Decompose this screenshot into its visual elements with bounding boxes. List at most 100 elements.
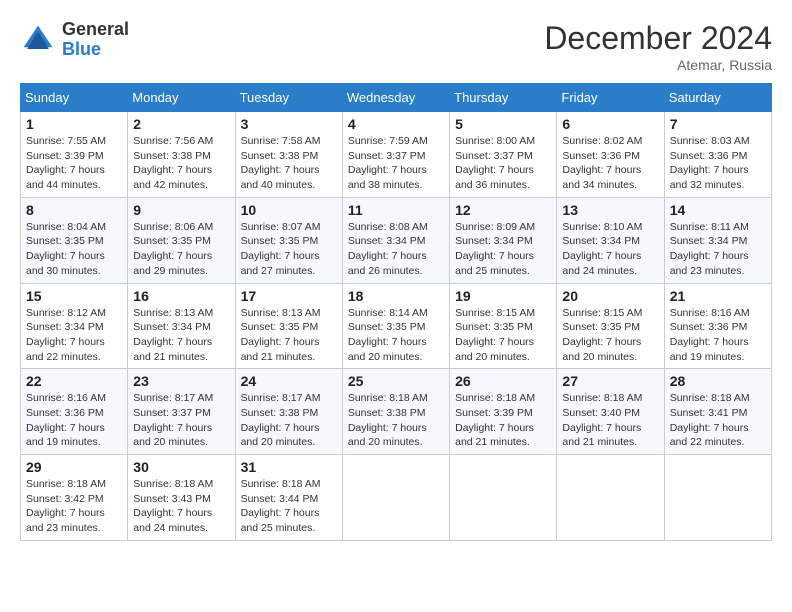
day-number: 20 <box>562 288 658 304</box>
calendar-day-23: 23 Sunrise: 8:17 AM Sunset: 3:37 PM Dayl… <box>128 369 235 455</box>
sunset-label: Sunset: 3:40 PM <box>562 407 640 419</box>
day-number: 25 <box>348 373 444 389</box>
sunrise-label: Sunrise: 8:13 AM <box>133 307 213 319</box>
sunrise-label: Sunrise: 8:03 AM <box>670 135 750 147</box>
day-number: 4 <box>348 116 444 132</box>
sunrise-label: Sunrise: 8:17 AM <box>133 392 213 404</box>
daylight-label: Daylight: 7 hours and 30 minutes. <box>26 250 105 277</box>
daylight-label: Daylight: 7 hours and 19 minutes. <box>26 422 105 449</box>
daylight-label: Daylight: 7 hours and 26 minutes. <box>348 250 427 277</box>
daylight-label: Daylight: 7 hours and 44 minutes. <box>26 164 105 191</box>
daylight-label: Daylight: 7 hours and 20 minutes. <box>348 422 427 449</box>
calendar-day-20: 20 Sunrise: 8:15 AM Sunset: 3:35 PM Dayl… <box>557 283 664 369</box>
day-number: 7 <box>670 116 766 132</box>
calendar-day-17: 17 Sunrise: 8:13 AM Sunset: 3:35 PM Dayl… <box>235 283 342 369</box>
day-number: 12 <box>455 202 551 218</box>
day-info: Sunrise: 7:59 AM Sunset: 3:37 PM Dayligh… <box>348 134 444 193</box>
day-info: Sunrise: 8:18 AM Sunset: 3:40 PM Dayligh… <box>562 391 658 450</box>
sunset-label: Sunset: 3:39 PM <box>26 150 104 162</box>
sunrise-label: Sunrise: 7:58 AM <box>241 135 321 147</box>
calendar-header-thursday: Thursday <box>450 84 557 112</box>
day-info: Sunrise: 8:07 AM Sunset: 3:35 PM Dayligh… <box>241 220 337 279</box>
sunset-label: Sunset: 3:34 PM <box>348 235 426 247</box>
day-number: 30 <box>133 459 229 475</box>
sunrise-label: Sunrise: 8:15 AM <box>455 307 535 319</box>
daylight-label: Daylight: 7 hours and 21 minutes. <box>562 422 641 449</box>
sunset-label: Sunset: 3:43 PM <box>133 493 211 505</box>
day-info: Sunrise: 8:09 AM Sunset: 3:34 PM Dayligh… <box>455 220 551 279</box>
sunrise-label: Sunrise: 8:00 AM <box>455 135 535 147</box>
empty-cell <box>450 455 557 541</box>
calendar-header-wednesday: Wednesday <box>342 84 449 112</box>
day-number: 11 <box>348 202 444 218</box>
calendar-day-16: 16 Sunrise: 8:13 AM Sunset: 3:34 PM Dayl… <box>128 283 235 369</box>
daylight-label: Daylight: 7 hours and 25 minutes. <box>241 507 320 534</box>
daylight-label: Daylight: 7 hours and 23 minutes. <box>26 507 105 534</box>
sunrise-label: Sunrise: 8:18 AM <box>455 392 535 404</box>
day-info: Sunrise: 8:18 AM Sunset: 3:38 PM Dayligh… <box>348 391 444 450</box>
calendar-header-tuesday: Tuesday <box>235 84 342 112</box>
calendar-day-3: 3 Sunrise: 7:58 AM Sunset: 3:38 PM Dayli… <box>235 112 342 198</box>
calendar-header-monday: Monday <box>128 84 235 112</box>
logo-text: General Blue <box>62 20 129 60</box>
day-info: Sunrise: 8:13 AM Sunset: 3:34 PM Dayligh… <box>133 306 229 365</box>
sunrise-label: Sunrise: 8:18 AM <box>241 478 321 490</box>
day-info: Sunrise: 8:18 AM Sunset: 3:43 PM Dayligh… <box>133 477 229 536</box>
day-number: 26 <box>455 373 551 389</box>
day-number: 19 <box>455 288 551 304</box>
sunrise-label: Sunrise: 8:18 AM <box>348 392 428 404</box>
day-info: Sunrise: 7:56 AM Sunset: 3:38 PM Dayligh… <box>133 134 229 193</box>
logo-general: General <box>62 20 129 40</box>
calendar-day-7: 7 Sunrise: 8:03 AM Sunset: 3:36 PM Dayli… <box>664 112 771 198</box>
day-info: Sunrise: 8:16 AM Sunset: 3:36 PM Dayligh… <box>26 391 122 450</box>
daylight-label: Daylight: 7 hours and 20 minutes. <box>241 422 320 449</box>
daylight-label: Daylight: 7 hours and 24 minutes. <box>562 250 641 277</box>
calendar-day-10: 10 Sunrise: 8:07 AM Sunset: 3:35 PM Dayl… <box>235 197 342 283</box>
daylight-label: Daylight: 7 hours and 20 minutes. <box>562 336 641 363</box>
title-block: December 2024 Atemar, Russia <box>544 20 772 73</box>
daylight-label: Daylight: 7 hours and 42 minutes. <box>133 164 212 191</box>
day-number: 31 <box>241 459 337 475</box>
sunset-label: Sunset: 3:44 PM <box>241 493 319 505</box>
daylight-label: Daylight: 7 hours and 19 minutes. <box>670 336 749 363</box>
day-info: Sunrise: 8:14 AM Sunset: 3:35 PM Dayligh… <box>348 306 444 365</box>
sunrise-label: Sunrise: 7:59 AM <box>348 135 428 147</box>
sunrise-label: Sunrise: 8:04 AM <box>26 221 106 233</box>
day-number: 29 <box>26 459 122 475</box>
sunrise-label: Sunrise: 8:02 AM <box>562 135 642 147</box>
sunrise-label: Sunrise: 8:15 AM <box>562 307 642 319</box>
daylight-label: Daylight: 7 hours and 20 minutes. <box>348 336 427 363</box>
calendar-day-13: 13 Sunrise: 8:10 AM Sunset: 3:34 PM Dayl… <box>557 197 664 283</box>
calendar-day-27: 27 Sunrise: 8:18 AM Sunset: 3:40 PM Dayl… <box>557 369 664 455</box>
sunset-label: Sunset: 3:35 PM <box>241 321 319 333</box>
sunrise-label: Sunrise: 8:09 AM <box>455 221 535 233</box>
calendar-day-28: 28 Sunrise: 8:18 AM Sunset: 3:41 PM Dayl… <box>664 369 771 455</box>
calendar-day-4: 4 Sunrise: 7:59 AM Sunset: 3:37 PM Dayli… <box>342 112 449 198</box>
sunset-label: Sunset: 3:34 PM <box>670 235 748 247</box>
sunset-label: Sunset: 3:35 PM <box>26 235 104 247</box>
empty-cell <box>342 455 449 541</box>
sunset-label: Sunset: 3:37 PM <box>348 150 426 162</box>
sunrise-label: Sunrise: 8:18 AM <box>562 392 642 404</box>
sunset-label: Sunset: 3:36 PM <box>670 150 748 162</box>
calendar-day-2: 2 Sunrise: 7:56 AM Sunset: 3:38 PM Dayli… <box>128 112 235 198</box>
calendar-day-18: 18 Sunrise: 8:14 AM Sunset: 3:35 PM Dayl… <box>342 283 449 369</box>
calendar-table: SundayMondayTuesdayWednesdayThursdayFrid… <box>20 83 772 541</box>
sunrise-label: Sunrise: 8:12 AM <box>26 307 106 319</box>
calendar-day-26: 26 Sunrise: 8:18 AM Sunset: 3:39 PM Dayl… <box>450 369 557 455</box>
logo: General Blue <box>20 20 129 60</box>
sunset-label: Sunset: 3:34 PM <box>562 235 640 247</box>
day-number: 13 <box>562 202 658 218</box>
sunset-label: Sunset: 3:36 PM <box>670 321 748 333</box>
calendar-day-9: 9 Sunrise: 8:06 AM Sunset: 3:35 PM Dayli… <box>128 197 235 283</box>
sunrise-label: Sunrise: 8:18 AM <box>26 478 106 490</box>
day-number: 18 <box>348 288 444 304</box>
sunset-label: Sunset: 3:42 PM <box>26 493 104 505</box>
calendar-day-15: 15 Sunrise: 8:12 AM Sunset: 3:34 PM Dayl… <box>21 283 128 369</box>
calendar-day-30: 30 Sunrise: 8:18 AM Sunset: 3:43 PM Dayl… <box>128 455 235 541</box>
day-number: 28 <box>670 373 766 389</box>
calendar-day-25: 25 Sunrise: 8:18 AM Sunset: 3:38 PM Dayl… <box>342 369 449 455</box>
day-info: Sunrise: 8:12 AM Sunset: 3:34 PM Dayligh… <box>26 306 122 365</box>
calendar-day-6: 6 Sunrise: 8:02 AM Sunset: 3:36 PM Dayli… <box>557 112 664 198</box>
day-info: Sunrise: 8:04 AM Sunset: 3:35 PM Dayligh… <box>26 220 122 279</box>
